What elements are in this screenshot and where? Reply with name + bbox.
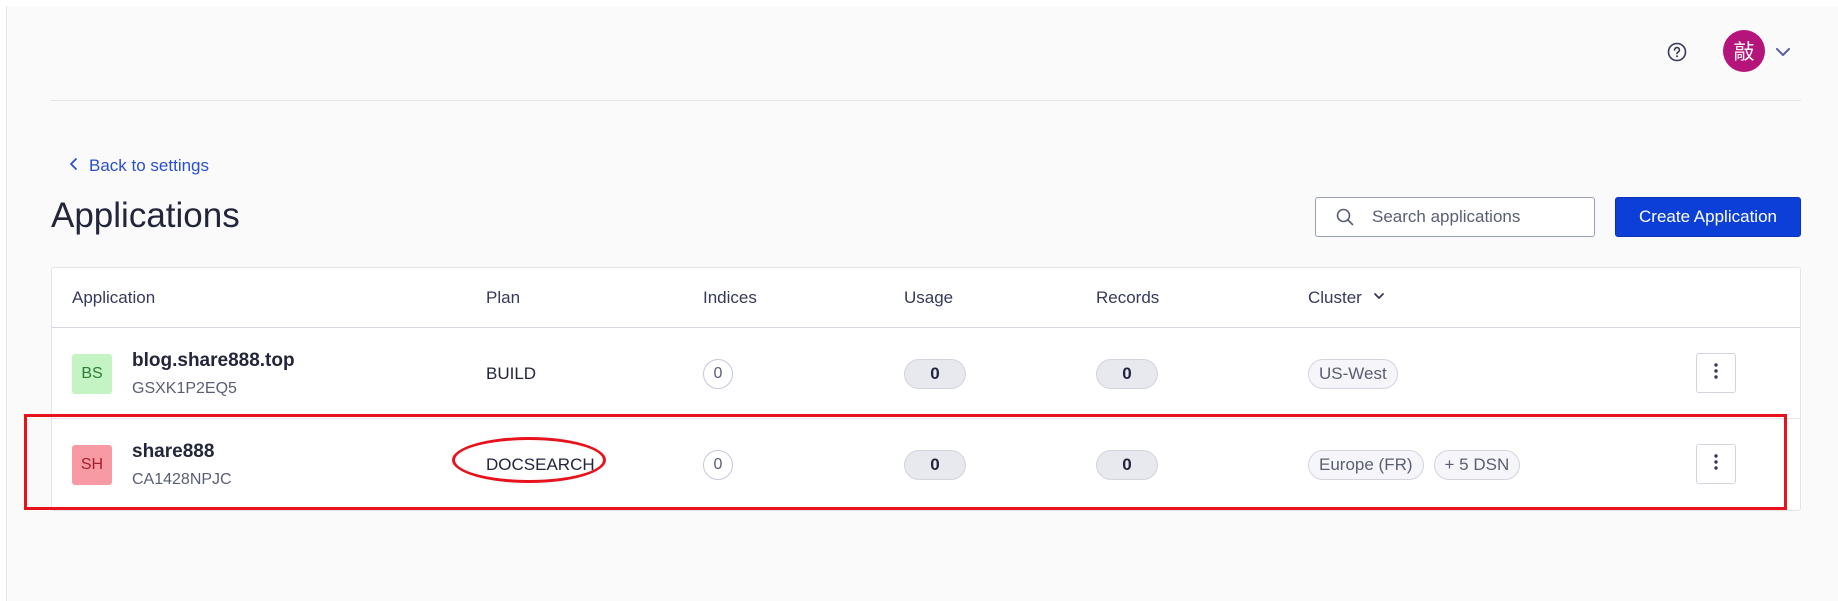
app-initials-badge: SH xyxy=(72,445,112,485)
app-name[interactable]: blog.share888.top xyxy=(132,350,295,372)
row-actions-button[interactable] xyxy=(1696,353,1736,393)
indices-count: 0 xyxy=(703,449,733,480)
more-vertical-icon xyxy=(1713,453,1719,476)
plan-value: BUILD xyxy=(486,363,537,383)
app-initials-badge: BS xyxy=(72,354,112,394)
search-input[interactable] xyxy=(1372,207,1582,227)
table-row[interactable]: SH share888 CA1428NPJC DOCSEARCH 0 0 0 E… xyxy=(52,419,1800,510)
back-to-settings-link[interactable]: Back to settings xyxy=(69,154,209,178)
search-icon xyxy=(1336,208,1354,226)
back-link-label: Back to settings xyxy=(89,156,210,175)
create-application-button[interactable]: Create Application xyxy=(1615,197,1801,237)
row-actions-button[interactable] xyxy=(1696,444,1736,484)
chevron-left-icon xyxy=(69,156,79,176)
records-value: 0 xyxy=(1096,358,1158,389)
user-avatar[interactable]: 敲 xyxy=(1723,30,1765,72)
header-plan: Plan xyxy=(486,288,521,307)
plan-value: DOCSEARCH xyxy=(486,454,595,474)
avatar-initial: 敲 xyxy=(1733,40,1755,64)
cluster-tag: US-West xyxy=(1308,358,1398,389)
question-circle-icon[interactable] xyxy=(1666,41,1688,63)
app-frame: 敲 Back to settings Applications Create A… xyxy=(6,6,1838,601)
page-title: Applications xyxy=(51,196,240,235)
chevron-down-icon xyxy=(1372,288,1386,308)
header-cluster: Cluster xyxy=(1308,288,1362,307)
cluster-more-tag[interactable]: + 5 DSN xyxy=(1433,449,1521,480)
more-vertical-icon xyxy=(1713,362,1719,385)
app-id: GSXK1P2EQ5 xyxy=(132,380,237,397)
header-cluster-sort[interactable]: Cluster xyxy=(1308,268,1386,328)
indices-count: 0 xyxy=(703,358,733,389)
usage-value: 0 xyxy=(904,449,966,480)
table-header: Application Plan Indices Usage Records C… xyxy=(52,268,1800,328)
chevron-down-icon[interactable] xyxy=(1773,42,1793,62)
records-value: 0 xyxy=(1096,449,1158,480)
header-application: Application xyxy=(72,288,156,307)
search-box[interactable] xyxy=(1315,197,1595,237)
applications-table: Application Plan Indices Usage Records C… xyxy=(51,267,1801,511)
top-bar: 敲 xyxy=(51,6,1801,101)
app-name[interactable]: share888 xyxy=(132,441,214,463)
table-row[interactable]: BS blog.share888.top GSXK1P2EQ5 BUILD 0 … xyxy=(52,328,1800,419)
usage-value: 0 xyxy=(904,358,966,389)
header-indices: Indices xyxy=(703,288,757,307)
header-usage: Usage xyxy=(904,288,954,307)
app-id: CA1428NPJC xyxy=(132,471,232,488)
header-records: Records xyxy=(1096,288,1160,307)
cluster-tag: Europe (FR) xyxy=(1308,449,1424,480)
